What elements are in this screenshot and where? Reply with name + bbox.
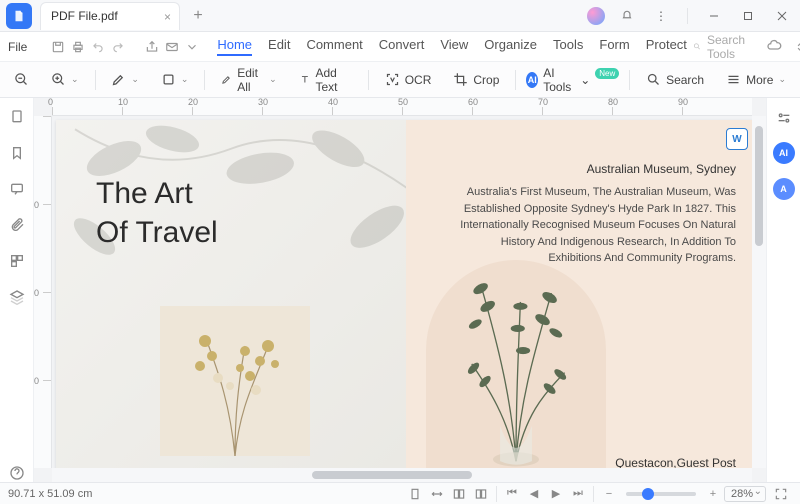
right-sidebar: AI A xyxy=(766,98,800,482)
share-icon[interactable] xyxy=(145,37,159,57)
page: The Art Of Travel xyxy=(56,120,752,468)
last-page-icon[interactable]: ⏭ xyxy=(569,485,587,503)
undo-icon[interactable] xyxy=(91,37,105,57)
expand-icon[interactable] xyxy=(794,37,800,57)
search-tools-placeholder: Search Tools xyxy=(707,33,750,61)
read-mode-icon[interactable] xyxy=(472,485,490,503)
menu-file[interactable]: File xyxy=(8,40,27,54)
ai-sidebar-badge-2[interactable]: A xyxy=(773,178,795,200)
more-button[interactable]: More⌄ xyxy=(720,67,792,93)
h-scroll-thumb[interactable] xyxy=(312,471,472,479)
redo-icon[interactable] xyxy=(111,37,125,57)
cloud-upload-icon[interactable] xyxy=(766,37,782,56)
zoom-in-status-icon[interactable]: + xyxy=(704,485,722,503)
edit-all-button[interactable]: Edit All⌄ xyxy=(215,67,282,93)
add-text-button[interactable]: Add Text xyxy=(293,67,358,93)
museum-heading: Australian Museum, Sydney xyxy=(456,160,736,178)
two-page-icon[interactable] xyxy=(450,485,468,503)
toolbar: ⌄ ⌄ ⌄ Edit All⌄ Add Text OCR Crop AI AI … xyxy=(0,62,800,98)
zoom-out-button[interactable] xyxy=(8,67,35,93)
first-page-icon[interactable]: ⏮ xyxy=(503,485,521,503)
app-logo-icon xyxy=(6,3,32,29)
close-tab-icon[interactable]: × xyxy=(164,10,171,24)
page-left-photo xyxy=(160,306,310,456)
new-badge: New xyxy=(595,68,619,79)
shape-button[interactable]: ⌄ xyxy=(155,67,195,93)
thumbnails-icon[interactable] xyxy=(8,108,26,126)
next-page-icon[interactable]: ▶ xyxy=(547,485,565,503)
window-close-button[interactable] xyxy=(770,4,794,28)
layers-icon[interactable] xyxy=(8,288,26,306)
page-right-panel: Australian Museum, Sydney Australia's Fi… xyxy=(406,120,752,468)
titlebar: PDF File.pdf × + ⋮ xyxy=(0,0,800,32)
ai-tools-button[interactable]: AI AI Tools⌄ New xyxy=(526,66,619,94)
page-right-bottom-text: Questacon,Guest Post Canberra xyxy=(615,454,736,468)
notification-icon[interactable] xyxy=(615,4,639,28)
v-scroll-thumb[interactable] xyxy=(755,126,763,246)
tab-organize[interactable]: Organize xyxy=(484,37,537,56)
vertical-scrollbar[interactable] xyxy=(752,116,766,468)
zoom-out-status-icon[interactable]: − xyxy=(600,485,618,503)
zoom-slider-knob[interactable] xyxy=(642,488,654,500)
crop-button[interactable]: Crop xyxy=(447,67,505,93)
zoom-in-button[interactable]: ⌄ xyxy=(45,67,85,93)
ai-badge-icon: AI xyxy=(526,72,538,88)
fit-page-icon[interactable] xyxy=(406,485,424,503)
menubar: File Home Edit Comment Convert View Orga… xyxy=(0,32,800,62)
tab-form[interactable]: Form xyxy=(599,37,629,56)
properties-icon[interactable] xyxy=(774,108,794,128)
document-tab[interactable]: PDF File.pdf × xyxy=(40,2,180,30)
comments-icon[interactable] xyxy=(8,180,26,198)
highlight-button[interactable]: ⌄ xyxy=(105,67,145,93)
ocr-button[interactable]: OCR xyxy=(379,67,438,93)
desk-objects xyxy=(420,450,640,468)
quick-action-icon[interactable] xyxy=(185,37,199,57)
bookmarks-icon[interactable] xyxy=(8,144,26,162)
kebab-menu-icon[interactable]: ⋮ xyxy=(649,4,673,28)
main-area: 0 10 20 30 40 50 60 70 80 90 0 10 20 30 xyxy=(0,98,800,482)
page-title: The Art Of Travel xyxy=(96,174,218,252)
canvas: 0 10 20 30 40 50 60 70 80 90 0 10 20 30 xyxy=(34,98,766,482)
attachments-icon[interactable] xyxy=(8,216,26,234)
cursor-position: 90.71 x 51.09 cm xyxy=(8,488,92,500)
menu-tabs: Home Edit Comment Convert View Organize … xyxy=(217,37,687,56)
help-icon[interactable] xyxy=(8,464,26,482)
tab-comment[interactable]: Comment xyxy=(306,37,362,56)
page-left-panel: The Art Of Travel xyxy=(56,120,406,468)
statusbar: 90.71 x 51.09 cm ⏮ ◀ ▶ ⏭ − + 28% xyxy=(0,482,800,504)
fields-icon[interactable] xyxy=(8,252,26,270)
fit-width-icon[interactable] xyxy=(428,485,446,503)
document-viewport[interactable]: The Art Of Travel xyxy=(52,116,752,468)
window-minimize-button[interactable] xyxy=(702,4,726,28)
window-maximize-button[interactable] xyxy=(736,4,760,28)
tab-convert[interactable]: Convert xyxy=(379,37,425,56)
prev-page-icon[interactable]: ◀ xyxy=(525,485,543,503)
tab-tools[interactable]: Tools xyxy=(553,37,583,56)
vertical-ruler: 0 10 20 30 xyxy=(34,116,52,468)
horizontal-ruler: 0 10 20 30 40 50 60 70 80 90 xyxy=(52,98,752,116)
tab-protect[interactable]: Protect xyxy=(646,37,687,56)
tab-home[interactable]: Home xyxy=(217,37,252,56)
fullscreen-icon[interactable] xyxy=(772,485,790,503)
tab-title: PDF File.pdf xyxy=(51,9,118,23)
word-export-badge[interactable]: W xyxy=(726,128,748,150)
plant-art xyxy=(436,240,596,468)
ai-assistant-icon[interactable] xyxy=(587,7,605,25)
tab-edit[interactable]: Edit xyxy=(268,37,290,56)
tab-view[interactable]: View xyxy=(440,37,468,56)
search-tools[interactable]: Search Tools xyxy=(693,33,750,61)
zoom-slider[interactable] xyxy=(626,492,696,496)
save-icon[interactable] xyxy=(51,37,65,57)
add-tab-button[interactable]: + xyxy=(188,7,208,25)
email-icon[interactable] xyxy=(165,37,179,57)
search-button[interactable]: Search xyxy=(640,67,710,93)
ai-sidebar-badge-1[interactable]: AI xyxy=(773,142,795,164)
horizontal-scrollbar[interactable] xyxy=(52,468,752,482)
print-icon[interactable] xyxy=(71,37,85,57)
left-sidebar xyxy=(0,98,34,482)
zoom-value[interactable]: 28% xyxy=(724,486,766,502)
